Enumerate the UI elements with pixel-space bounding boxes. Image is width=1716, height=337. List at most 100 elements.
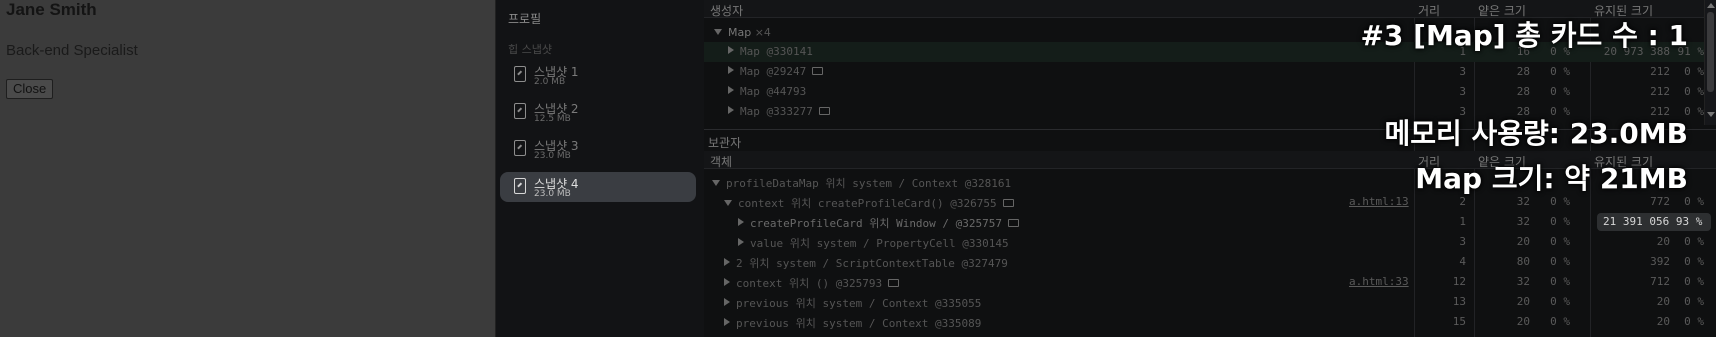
cell-retained-pct: 0 % [1684,85,1704,98]
snapshot-file-icon [514,103,526,119]
cell-retained: 21 391 056 [1603,215,1670,228]
cell-retained: 20 [1656,235,1670,248]
cell-shallow: 20 [1516,315,1530,328]
snapshot-file-icon [514,178,526,194]
snapshot-file-icon [514,66,526,82]
expand-triangle-icon[interactable] [724,318,730,326]
expand-triangle-icon[interactable] [724,258,730,266]
cell-shallow-pct: 0 % [1550,275,1570,288]
cell-distance: 4 [1459,255,1466,268]
overlay-caption-memory: 메모리 사용량: 23.0MB [1384,117,1688,150]
row-label: Map @333277 [740,105,813,118]
expand-triangle-icon[interactable] [738,238,744,246]
cell-shallow: 28 [1516,65,1530,78]
cell-retained-pct: 0 % [1684,275,1704,288]
snapshot-item-2[interactable]: 스냅샷 2 12.5 MB [500,97,696,127]
window-icon [888,279,900,287]
expand-triangle-icon[interactable] [712,180,720,186]
cell-distance: 3 [1459,85,1466,98]
row-label: context 위치 createProfileCard() @326755 [738,197,997,210]
cell-shallow-pct: 0 % [1550,215,1570,228]
close-button[interactable]: Close [6,79,54,99]
cell-shallow-pct: 0 % [1550,255,1570,268]
column-constructor[interactable]: 생성자 [710,2,743,19]
row-label: createProfileCard 위치 Window / @325757 [750,217,1003,230]
snapshot-size: 2.0 MB [534,77,566,87]
web-page-area: Jane Smith Back-end Specialist Close [0,0,495,337]
cell-distance: 12 [1452,275,1466,288]
cell-shallow: 32 [1516,215,1530,228]
snapshot-item-3[interactable]: 스냅샷 3 23.0 MB [500,134,696,164]
row-label: value 위치 system / PropertyCell @330145 [750,237,1009,250]
retainer-row[interactable]: context 위치 () @325793 a.html:33 12 32 0 … [704,272,1716,292]
table-row[interactable]: Map @29247 3 28 0 % 212 0 % [704,62,1716,82]
overlay-caption-title: #3 [Map] 총 카드 수 : 1 [1360,19,1688,52]
cell-retained: 20 [1656,295,1670,308]
cell-retained-pct: 0 % [1684,235,1704,248]
cell-shallow: 28 [1516,85,1530,98]
expand-triangle-icon[interactable] [724,298,730,306]
constructor-scrollbar[interactable] [1704,0,1716,125]
cell-retained-pct: 0 % [1684,315,1704,328]
overlay-caption-map-size: Map 크기: 약 21MB [1415,162,1688,195]
cell-retained-pct: 0 % [1684,295,1704,308]
group-label: Map [728,26,752,39]
heap-snapshots-section: 힙 스냅샷 [508,43,552,56]
snapshot-size: 12.5 MB [534,114,571,124]
profiles-sidebar: 프로필 힙 스냅샷 스냅샷 1 2.0 MB 스냅샷 2 12.5 MB 스냅샷… [495,0,704,337]
cell-shallow: 20 [1516,235,1530,248]
scroll-up-icon[interactable] [1707,3,1715,8]
snapshot-item-4[interactable]: 스냅샷 4 23.0 MB [500,172,696,202]
retainer-row[interactable]: previous 위치 system / Context @335089 15 … [704,312,1716,332]
expand-triangle-icon[interactable] [714,29,722,35]
cell-retained: 712 [1650,275,1670,288]
expand-triangle-icon[interactable] [738,218,744,226]
cell-retained: 212 [1650,85,1670,98]
cell-distance: 15 [1452,315,1466,328]
group-count: ×4 [754,26,771,39]
retainers-title: 보관자 [708,136,742,150]
retainer-row[interactable]: previous 위치 system / Context @335055 13 … [704,292,1716,312]
column-object[interactable]: 객체 [710,153,732,170]
cell-distance: 1 [1459,215,1466,228]
retained-size-highlight: 21 391 056 93 % [1597,213,1711,231]
cell-shallow: 80 [1516,255,1530,268]
source-link[interactable]: a.html:13 [1349,195,1409,208]
expand-triangle-icon[interactable] [724,278,730,286]
cell-distance: 13 [1452,295,1466,308]
row-label: Map @29247 [740,65,807,78]
source-link[interactable]: a.html:33 [1349,275,1409,288]
retainer-row[interactable]: value 위치 system / PropertyCell @330145 3… [704,232,1716,252]
row-label: 2 위치 system / ScriptContextTable @327479 [736,257,1008,270]
cell-shallow-pct: 0 % [1550,65,1570,78]
cell-shallow: 20 [1516,295,1530,308]
expand-triangle-icon[interactable] [728,66,734,74]
profiles-title: 프로필 [508,12,542,26]
row-label: previous 위치 system / Context @335055 [736,297,982,310]
cell-shallow-pct: 0 % [1550,315,1570,328]
expand-triangle-icon[interactable] [724,200,732,206]
expand-triangle-icon[interactable] [728,106,734,114]
window-icon [818,107,830,115]
snapshot-file-icon [514,140,526,156]
cell-retained: 20 [1656,315,1670,328]
retainer-row[interactable]: createProfileCard 위치 Window / @325757 1 … [704,212,1716,232]
profile-role: Back-end Specialist [6,42,138,59]
window-icon [812,67,824,75]
scroll-down-icon[interactable] [1707,112,1715,117]
cell-retained-pct: 0 % [1684,65,1704,78]
cell-retained-pct: 0 % [1684,255,1704,268]
table-row[interactable]: Map @44793 3 28 0 % 212 0 % [704,82,1716,102]
window-icon [1008,219,1020,227]
retainer-row[interactable]: 2 위치 system / ScriptContextTable @327479… [704,252,1716,272]
scroll-thumb[interactable] [1707,12,1714,92]
cell-shallow-pct: 0 % [1550,295,1570,308]
cell-distance: 3 [1459,235,1466,248]
expand-triangle-icon[interactable] [728,86,734,94]
cell-shallow-pct: 0 % [1550,235,1570,248]
snapshot-item-1[interactable]: 스냅샷 1 2.0 MB [500,60,696,90]
cell-shallow: 32 [1516,275,1530,288]
cell-shallow-pct: 0 % [1550,85,1570,98]
snapshot-size: 23.0 MB [534,151,571,161]
cell-retained-pct: 93 % [1675,215,1703,228]
